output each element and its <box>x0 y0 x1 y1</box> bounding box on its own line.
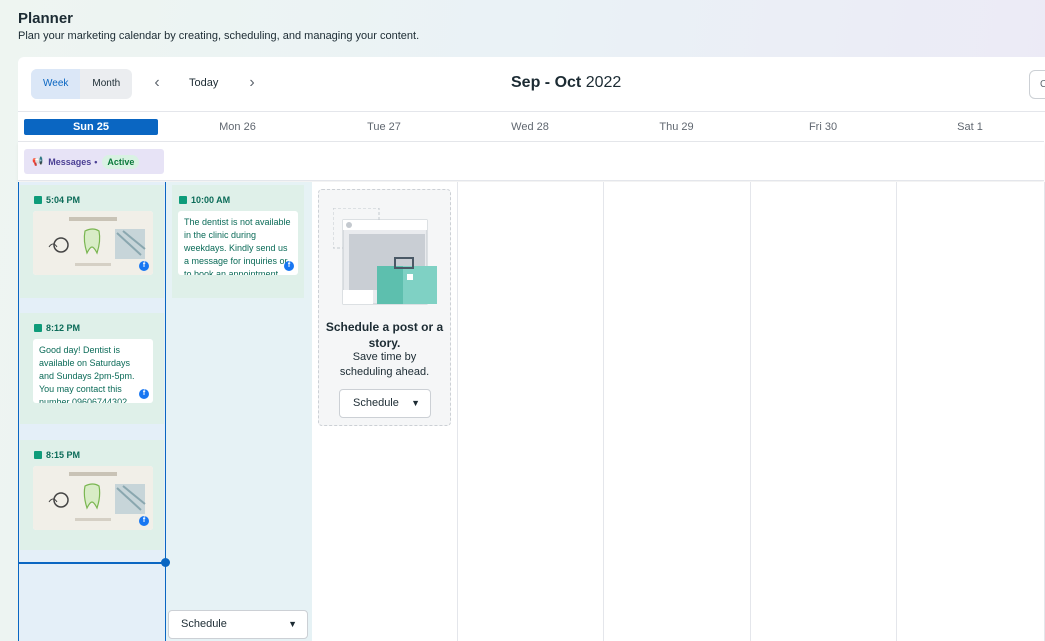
post-time: 10:00 AM <box>179 195 230 205</box>
post-card[interactable]: 5:04 PM f <box>20 185 164 298</box>
post-time-label: 10:00 AM <box>191 195 231 205</box>
post-image-preview: f <box>33 211 153 275</box>
day-header-label: Sun 25 <box>24 119 158 135</box>
date-range-months: Sep - Oct <box>511 74 582 91</box>
page-title: Planner <box>18 10 74 27</box>
current-time-dot <box>161 558 170 567</box>
megaphone-icon: 📢 <box>32 156 44 166</box>
post-time-label: 5:04 PM <box>46 195 81 205</box>
schedule-button-label: Schedule <box>353 397 399 409</box>
status-badge: Active <box>102 154 140 169</box>
facebook-icon: f <box>284 261 294 271</box>
date-range-year: 2022 <box>585 74 622 91</box>
messages-campaign-chip[interactable]: 📢 Messages • Active <box>24 149 164 174</box>
facebook-icon: f <box>139 261 149 271</box>
caret-down-icon: ▼ <box>288 619 297 629</box>
day-header-thu[interactable]: Thu 29 <box>603 113 750 142</box>
empty-state-title: Schedule a post or a story. <box>325 320 444 350</box>
post-text: Good day! Dentist is available on Saturd… <box>39 345 135 403</box>
toolbar-right-button[interactable]: C <box>1029 70 1045 99</box>
clinic-flyer-image <box>33 211 153 275</box>
chip-separator: • <box>94 156 98 167</box>
post-time-label: 8:15 PM <box>46 450 81 460</box>
day-column-wed[interactable] <box>458 182 604 641</box>
month-view-button[interactable]: Month <box>80 69 132 99</box>
current-time-line <box>18 562 165 564</box>
day-column-sat[interactable] <box>897 182 1045 641</box>
post-text-preview: The dentist is not available in the clin… <box>178 211 298 275</box>
post-image-preview: f <box>33 466 153 530</box>
post-text-preview: Good day! Dentist is available on Saturd… <box>33 339 153 403</box>
schedule-dropdown-button[interactable]: Schedule ▼ <box>168 610 308 639</box>
today-button[interactable]: Today <box>189 77 218 89</box>
day-headers: Sun 25 Mon 26 Tue 27 Wed 28 Thu 29 Fri 3… <box>18 113 1044 142</box>
post-time: 5:04 PM <box>34 195 80 205</box>
schedule-empty-card: Schedule a post or a story. Save time by… <box>318 189 451 426</box>
schedule-button-label: Schedule <box>181 618 227 630</box>
day-header-sun[interactable]: Sun 25 <box>18 113 164 142</box>
calendar-icon <box>34 196 42 204</box>
chevron-left-icon[interactable]: ‹ <box>150 73 164 93</box>
chevron-right-icon[interactable]: › <box>245 73 259 93</box>
calendar-toolbar: Week Month ‹ Today › Sep - Oct 2022 C <box>18 57 1045 112</box>
clinic-flyer-image <box>33 466 153 530</box>
post-time: 8:12 PM <box>34 323 80 333</box>
post-card[interactable]: 8:12 PM Good day! Dentist is available o… <box>20 313 164 424</box>
post-card[interactable]: 10:00 AM The dentist is not available in… <box>172 185 304 298</box>
day-header-tue[interactable]: Tue 27 <box>311 113 457 142</box>
day-column-thu[interactable] <box>604 182 751 641</box>
post-card[interactable]: 8:15 PM f <box>20 440 164 550</box>
all-day-row: 📢 Messages • Active <box>18 142 1044 181</box>
facebook-icon: f <box>139 516 149 526</box>
calendar-icon <box>179 196 187 204</box>
post-time-label: 8:12 PM <box>46 323 81 333</box>
caret-down-icon: ▼ <box>411 398 420 408</box>
date-range-title: Sep - Oct 2022 <box>511 74 621 92</box>
calendar-grid: 5:04 PM f 8:12 PM Good day! Dentist is a… <box>0 182 1045 641</box>
day-header-fri[interactable]: Fri 30 <box>750 113 896 142</box>
page-header: Planner Plan your marketing calendar by … <box>18 10 419 42</box>
day-header-wed[interactable]: Wed 28 <box>457 113 603 142</box>
page-subtitle: Plan your marketing calendar by creating… <box>18 30 420 42</box>
chip-label: Messages <box>48 156 92 167</box>
facebook-icon: f <box>139 389 149 399</box>
schedule-illustration <box>333 208 437 305</box>
post-time: 8:15 PM <box>34 450 80 460</box>
post-text: The dentist is not available in the clin… <box>184 217 291 275</box>
view-toggle: Week Month <box>31 69 133 99</box>
day-header-mon[interactable]: Mon 26 <box>164 113 311 142</box>
week-view-button[interactable]: Week <box>31 69 81 99</box>
calendar-icon <box>34 451 42 459</box>
calendar-icon <box>34 324 42 332</box>
day-column-fri[interactable] <box>751 182 897 641</box>
empty-state-subtitle: Save time by scheduling ahead. <box>339 351 430 378</box>
day-header-sat[interactable]: Sat 1 <box>896 113 1044 142</box>
schedule-dropdown-button[interactable]: Schedule ▼ <box>339 389 431 418</box>
